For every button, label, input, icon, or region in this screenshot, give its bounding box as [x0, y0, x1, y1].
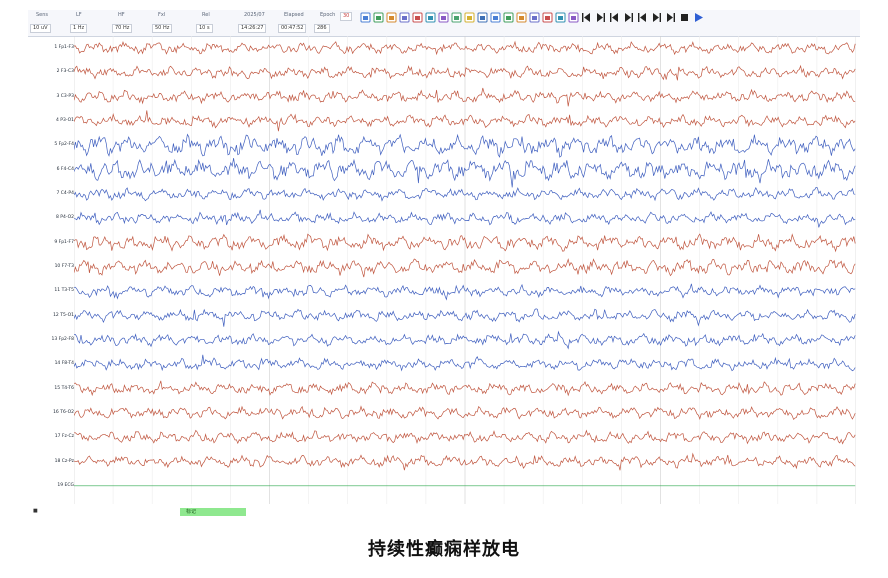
play-icon[interactable]	[693, 12, 704, 23]
event-marker[interactable]: 标记	[180, 508, 246, 516]
toolbar-field-4[interactable]: 10 s	[196, 24, 213, 33]
channel-label-4[interactable]: 4 P3-O1	[28, 116, 74, 126]
corner-mark: ■	[33, 508, 38, 514]
channel-label-5[interactable]: 5 Fp2-F4	[28, 140, 74, 150]
channel-label-column: 1 Fp1-F3 2 F3-C3 3 C3-P3 4 P3-O1 5 Fp2-F4 6 F…	[28, 36, 74, 498]
frame-prev-icon[interactable]	[637, 12, 648, 23]
toolbar-label-2: HF	[118, 12, 125, 18]
export-icon[interactable]	[477, 12, 488, 23]
speed-select[interactable]: 30	[340, 12, 353, 21]
step-back-icon[interactable]	[609, 12, 620, 23]
toolbar-field-1[interactable]: 1 Hz	[70, 24, 88, 33]
toolbar-label-7: Epoch	[320, 12, 336, 18]
channel-label-18[interactable]: 18 Cz-Pz	[28, 457, 74, 467]
cut-icon[interactable]	[568, 12, 579, 23]
save-icon[interactable]	[399, 12, 410, 23]
channel-label-19[interactable]: 19 ECG	[28, 481, 74, 491]
eeg-viewer-window: Sens 10 uV LF 1 Hz HF 70 Hz Fxl 50 Hz Rel 10 s 202…	[28, 10, 860, 516]
frame-next-icon[interactable]	[651, 12, 662, 23]
channel-label-6[interactable]: 6 F4-C4	[28, 165, 74, 175]
channel-label-14[interactable]: 14 F8-T4	[28, 359, 74, 369]
channel-label-10[interactable]: 10 F7-T3	[28, 262, 74, 272]
document-icon[interactable]	[386, 12, 397, 23]
copy-icon[interactable]	[490, 12, 501, 23]
event-marker-label: 标记	[186, 509, 197, 515]
topomap-icon[interactable]	[542, 12, 553, 23]
open-file-icon[interactable]	[360, 12, 371, 23]
channel-label-16[interactable]: 16 T6-O2	[28, 408, 74, 418]
toolbar-field-2[interactable]: 70 Hz	[112, 24, 133, 33]
channel-label-15[interactable]: 15 T4-T6	[28, 384, 74, 394]
channel-label-13[interactable]: 13 Fp2-F8	[28, 335, 74, 345]
fast-forward-icon[interactable]	[595, 12, 606, 23]
skip-icon[interactable]	[665, 12, 676, 23]
stop-icon[interactable]	[679, 12, 690, 23]
step-forward-icon[interactable]	[623, 12, 634, 23]
toolbar-label-0: Sens	[36, 12, 49, 18]
figure-caption: 持续性癫痫样放电	[368, 539, 520, 560]
toolbar-field-7[interactable]: 286	[314, 24, 330, 33]
channel-label-17[interactable]: 17 Fz-Cz	[28, 432, 74, 442]
channel-label-3[interactable]: 3 C3-P3	[28, 92, 75, 102]
eeg-trace-area[interactable]	[74, 36, 856, 504]
filter-icon[interactable]	[464, 12, 475, 23]
fast-backward-icon[interactable]	[581, 12, 592, 23]
montage-icon[interactable]	[451, 12, 462, 23]
toolbar-label-1: LF	[76, 12, 82, 18]
toolbar-label-3: Fxl	[158, 12, 166, 18]
eeg-waveform-canvas[interactable]	[74, 36, 856, 504]
toolbar: Sens 10 uV LF 1 Hz HF 70 Hz Fxl 50 Hz Rel 10 s 202…	[28, 10, 860, 37]
toolbar-label-6: Elapsed	[284, 12, 304, 18]
report-icon[interactable]	[438, 12, 449, 23]
channel-label-2[interactable]: 2 F3-C3	[28, 67, 74, 77]
video-icon[interactable]	[529, 12, 540, 23]
toolbar-label-4: Rel	[202, 12, 210, 18]
channel-label-7[interactable]: 7 C4-P4	[28, 189, 75, 199]
channel-label-1[interactable]: 1 Fp1-F3	[28, 43, 74, 53]
note-icon[interactable]	[503, 12, 514, 23]
spectrum-icon[interactable]	[555, 12, 566, 23]
toolbar-field-6[interactable]: 00:47:52	[278, 24, 307, 33]
edit-icon[interactable]	[373, 12, 384, 23]
toolbar-field-0[interactable]: 10 uV	[30, 24, 51, 33]
channel-label-8[interactable]: 8 P4-O2	[28, 213, 74, 223]
channel-label-12[interactable]: 12 T5-O1	[28, 311, 74, 321]
channel-label-11[interactable]: 11 T3-T5	[28, 286, 74, 296]
chart-icon[interactable]	[425, 12, 436, 23]
toolbar-field-3[interactable]: 50 Hz	[152, 24, 173, 33]
toolbar-field-5[interactable]: 14:26:27	[238, 24, 267, 33]
toolbar-label-5: 2025/07	[244, 12, 265, 18]
print-icon[interactable]	[412, 12, 423, 23]
channel-label-9[interactable]: 9 Fp1-F7	[28, 238, 74, 248]
map-icon[interactable]	[516, 12, 527, 23]
